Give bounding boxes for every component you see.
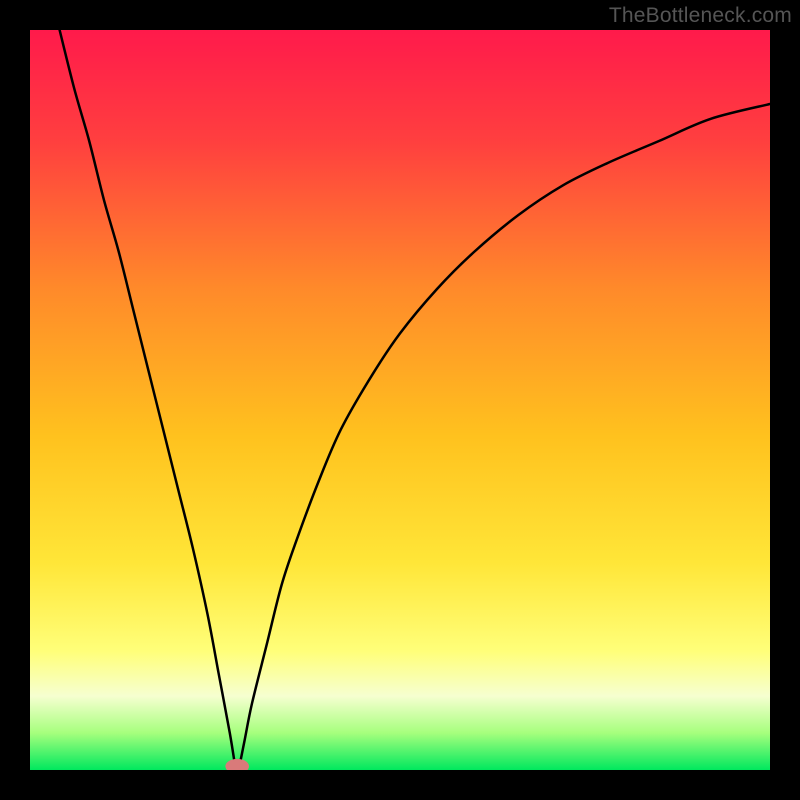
- chart-frame: TheBottleneck.com: [0, 0, 800, 800]
- plot-area: [30, 30, 770, 770]
- watermark-label: TheBottleneck.com: [609, 4, 792, 28]
- chart-svg: [30, 30, 770, 770]
